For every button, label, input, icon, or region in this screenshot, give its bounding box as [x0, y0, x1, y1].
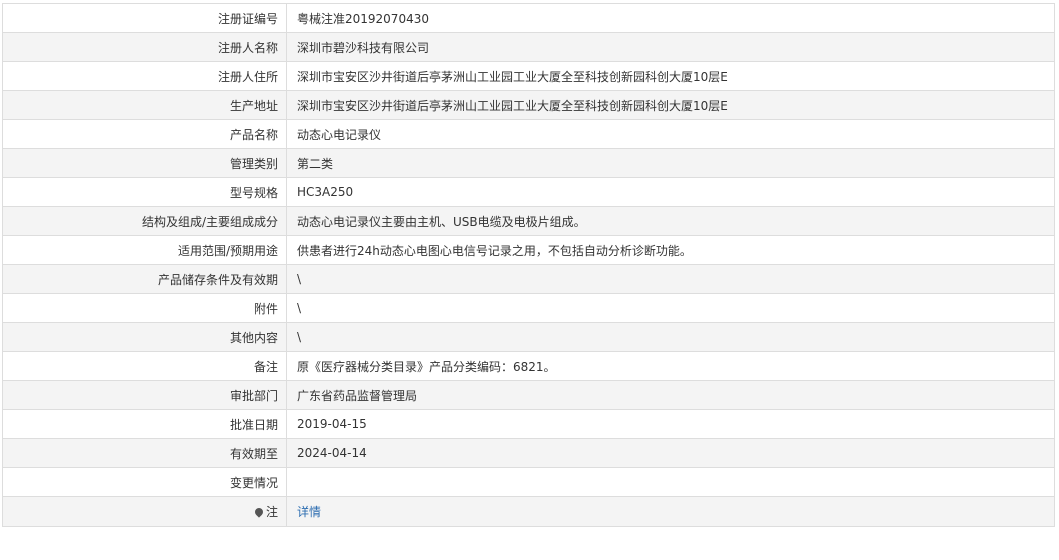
table-row: 产品储存条件及有效期 \ [2, 264, 1055, 294]
table-row: 适用范围/预期用途 供患者进行24h动态心电图心电信号记录之用，不包括自动分析诊… [2, 235, 1055, 265]
field-label: 生产地址 [2, 90, 287, 120]
table-row: 注册人住所 深圳市宝安区沙井街道后亭茅洲山工业园工业大厦全至科技创新园科创大厦1… [2, 61, 1055, 91]
field-label: 注册证编号 [2, 3, 287, 33]
field-label: 注册人住所 [2, 61, 287, 91]
table-row: 附件 \ [2, 293, 1055, 323]
field-value: HC3A250 [286, 177, 1055, 207]
field-label: 批准日期 [2, 409, 287, 439]
note-value-cell: 详情 [286, 496, 1055, 527]
field-value: 供患者进行24h动态心电图心电信号记录之用，不包括自动分析诊断功能。 [286, 235, 1055, 265]
field-value: 深圳市宝安区沙井街道后亭茅洲山工业园工业大厦全至科技创新园科创大厦10层E [286, 61, 1055, 91]
registration-record-table: 注册证编号 粤械注准20192070430 注册人名称 深圳市碧沙科技有限公司 … [2, 3, 1055, 527]
table-row: 生产地址 深圳市宝安区沙井街道后亭茅洲山工业园工业大厦全至科技创新园科创大厦10… [2, 90, 1055, 120]
field-label: 管理类别 [2, 148, 287, 178]
field-label: 变更情况 [2, 467, 287, 497]
table-row: 管理类别 第二类 [2, 148, 1055, 178]
table-row: 结构及组成/主要组成成分 动态心电记录仪主要由主机、USB电缆及电极片组成。 [2, 206, 1055, 236]
field-value: 深圳市宝安区沙井街道后亭茅洲山工业园工业大厦全至科技创新园科创大厦10层E [286, 90, 1055, 120]
field-value: \ [286, 264, 1055, 294]
field-label: 备注 [2, 351, 287, 381]
field-value: 第二类 [286, 148, 1055, 178]
table-row: 批准日期 2019-04-15 [2, 409, 1055, 439]
table-row: 变更情况 [2, 467, 1055, 497]
table-row: 备注 原《医疗器械分类目录》产品分类编码：6821。 [2, 351, 1055, 381]
field-value: 2019-04-15 [286, 409, 1055, 439]
field-value: 广东省药品监督管理局 [286, 380, 1055, 410]
details-link[interactable]: 详情 [297, 505, 321, 519]
field-value: 原《医疗器械分类目录》产品分类编码：6821。 [286, 351, 1055, 381]
note-label: 注 [265, 505, 278, 519]
field-value: 深圳市碧沙科技有限公司 [286, 32, 1055, 62]
note-label-cell: 注 [2, 496, 287, 527]
table-row: 注册证编号 粤械注准20192070430 [2, 3, 1055, 33]
field-label: 注册人名称 [2, 32, 287, 62]
table-row: 注册人名称 深圳市碧沙科技有限公司 [2, 32, 1055, 62]
field-value: 动态心电记录仪 [286, 119, 1055, 149]
field-label: 结构及组成/主要组成成分 [2, 206, 287, 236]
field-value: \ [286, 293, 1055, 323]
field-label: 有效期至 [2, 438, 287, 468]
field-value: 2024-04-14 [286, 438, 1055, 468]
field-value: \ [286, 322, 1055, 352]
field-label: 适用范围/预期用途 [2, 235, 287, 265]
field-label: 产品名称 [2, 119, 287, 149]
field-label: 审批部门 [2, 380, 287, 410]
table-row: 有效期至 2024-04-14 [2, 438, 1055, 468]
field-value [286, 467, 1055, 497]
pin-icon [253, 505, 265, 518]
field-value: 粤械注准20192070430 [286, 3, 1055, 33]
note-row: 注 详情 [2, 496, 1055, 527]
table-row: 型号规格 HC3A250 [2, 177, 1055, 207]
table-row: 审批部门 广东省药品监督管理局 [2, 380, 1055, 410]
field-label: 型号规格 [2, 177, 287, 207]
table-row: 产品名称 动态心电记录仪 [2, 119, 1055, 149]
table-row: 其他内容 \ [2, 322, 1055, 352]
field-value: 动态心电记录仪主要由主机、USB电缆及电极片组成。 [286, 206, 1055, 236]
field-label: 产品储存条件及有效期 [2, 264, 287, 294]
field-label: 其他内容 [2, 322, 287, 352]
field-label: 附件 [2, 293, 287, 323]
